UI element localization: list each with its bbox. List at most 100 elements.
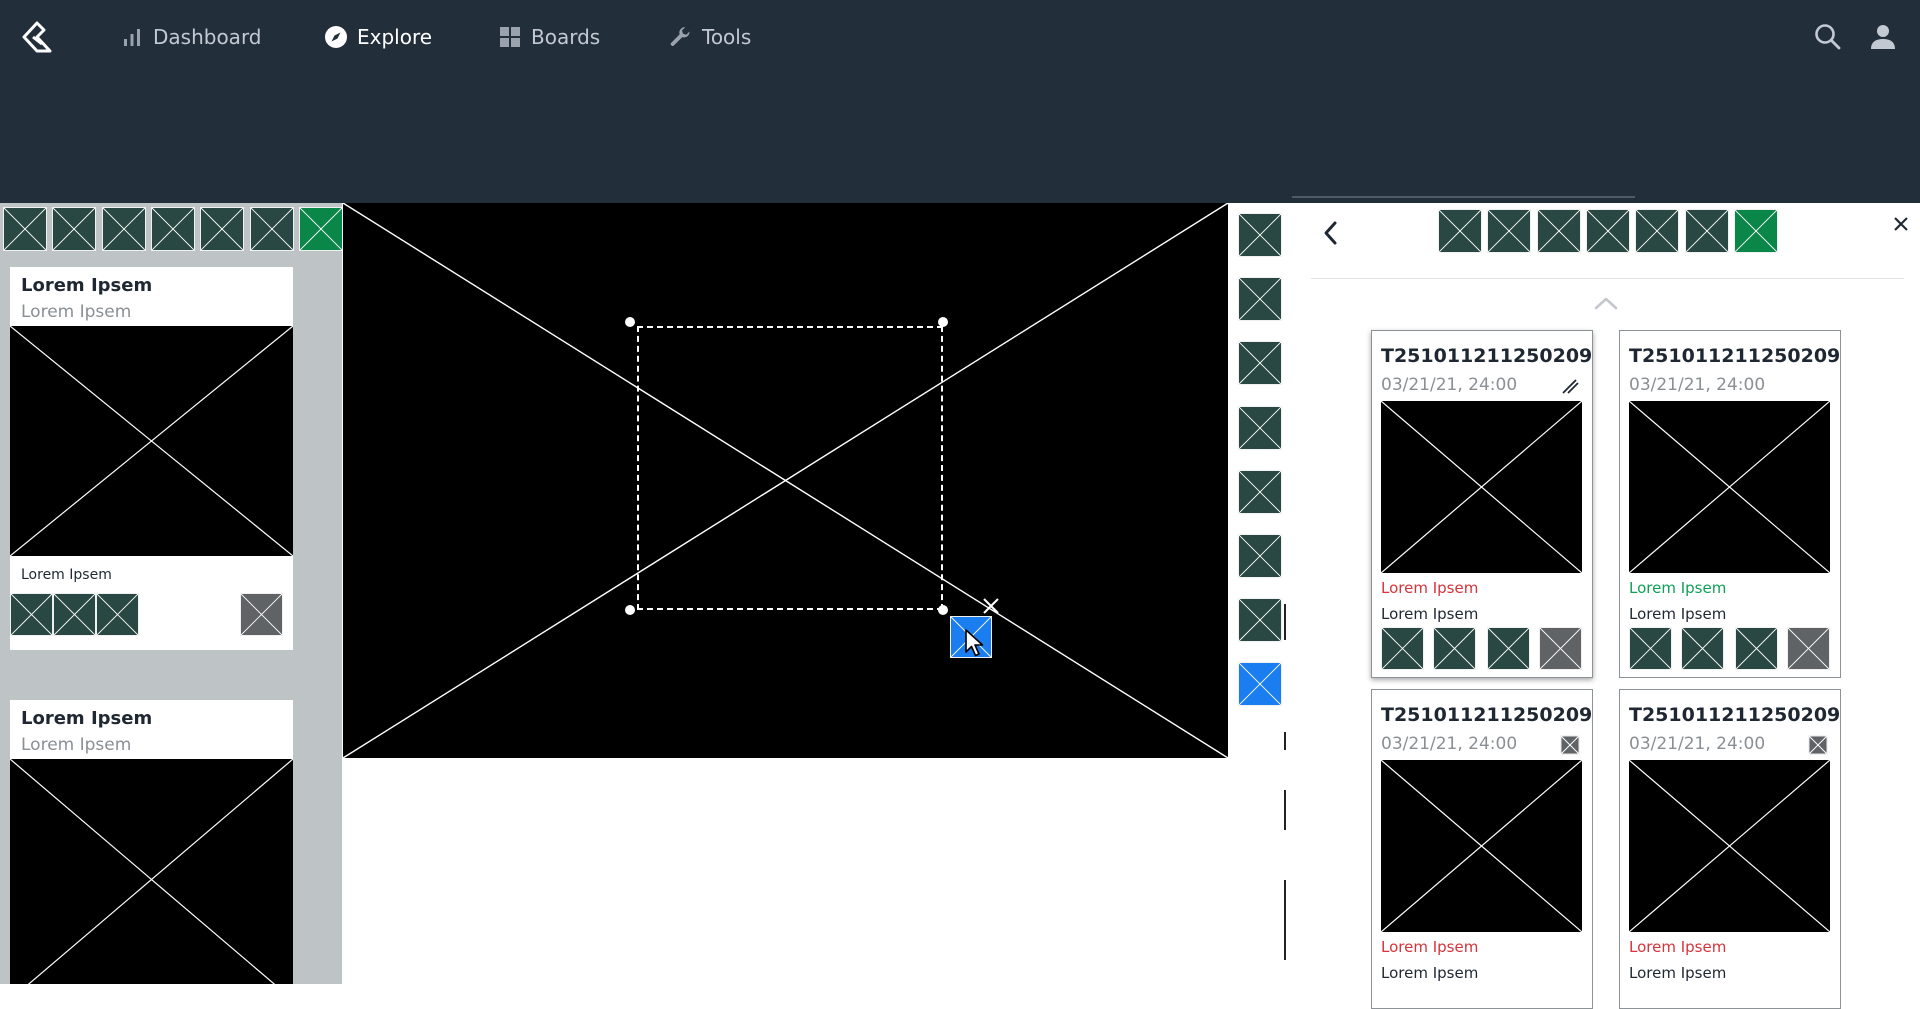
selection-handle-top-right[interactable] (938, 317, 948, 327)
result-card[interactable]: T251011211250209 03/21/21, 24:00 Lorem Ips… (1619, 330, 1841, 678)
nav-tools[interactable]: Tools (669, 22, 751, 52)
thumbnail-tile[interactable] (1487, 209, 1532, 253)
thumbnail-tile[interactable] (1238, 213, 1282, 257)
nav-boards[interactable]: Boards (498, 22, 600, 52)
thumbnail-tile[interactable] (1635, 209, 1680, 253)
result-card-image-placeholder (1629, 760, 1830, 932)
item-card-caption: Lorem Ipsem (21, 567, 112, 583)
thumbnail-tile[interactable] (200, 207, 245, 251)
column-edge-mark (1284, 880, 1286, 960)
close-icon[interactable] (1891, 214, 1911, 234)
nav-tools-label: Tools (702, 25, 752, 49)
bar-chart-icon (124, 29, 140, 46)
image-icon[interactable] (1808, 735, 1828, 755)
column-edge-mark (1284, 732, 1286, 750)
nav-explore-label: Explore (357, 25, 433, 49)
thumbnail-tile[interactable] (1735, 627, 1778, 670)
thumbnail-tile[interactable] (1787, 627, 1830, 670)
item-card-image-placeholder (10, 759, 293, 984)
result-card-date: 03/21/21, 24:00 (1629, 375, 1766, 395)
item-card[interactable]: Lorem Ipsem Lorem Ipsem Lorem Ipsem (10, 267, 293, 650)
result-card-id: T251011211250209 (1381, 704, 1593, 726)
selection-rectangle[interactable] (637, 326, 943, 610)
result-card-id: T251011211250209 (1629, 345, 1841, 367)
thumbnail-tile[interactable] (10, 593, 53, 636)
thumbnail-tile[interactable] (249, 207, 294, 251)
thumbnail-tile[interactable] (150, 207, 195, 251)
wrench-icon (670, 27, 690, 46)
result-card-id: T251011211250209 (1381, 345, 1593, 367)
result-card[interactable]: T251011211250209 03/21/21, 24:00 Lorem Ips… (1619, 689, 1841, 1009)
thumbnail-tile[interactable] (96, 593, 139, 636)
nav-boards-label: Boards (531, 25, 601, 49)
selection-handle-bottom-left[interactable] (625, 605, 635, 615)
compass-icon (325, 26, 347, 48)
result-card-status: Lorem Ipsem (1381, 579, 1479, 597)
top-navigation-bar: Dashboard Explore Boards Tools (0, 0, 1920, 203)
image-icon[interactable] (1560, 735, 1580, 755)
thumbnail-tile[interactable] (1238, 341, 1282, 386)
thumbnail-tile[interactable] (1438, 209, 1482, 253)
item-card-subtitle: Lorem Ipsem (21, 735, 132, 755)
thumbnail-tile[interactable] (3, 207, 47, 251)
result-card-image-placeholder (1629, 401, 1830, 573)
item-card-image-placeholder (10, 326, 293, 556)
thumbnail-tile[interactable] (1681, 627, 1724, 670)
thumbnail-tile[interactable] (1381, 627, 1424, 670)
remove-selection-icon[interactable] (981, 596, 1001, 616)
thumbnail-tile[interactable] (1238, 469, 1282, 514)
search-icon[interactable] (1813, 22, 1843, 52)
item-card[interactable]: Lorem Ipsem Lorem Ipsem (10, 700, 293, 984)
result-card-id: T251011211250209 (1629, 704, 1841, 726)
result-card-label: Lorem Ipsem (1629, 605, 1727, 623)
mouse-cursor-icon (965, 629, 984, 657)
thumbnail-tile[interactable] (1433, 627, 1476, 670)
thumbnail-tile[interactable] (1684, 209, 1729, 253)
result-card-label: Lorem Ipsem (1629, 964, 1727, 982)
result-card-date: 03/21/21, 24:00 (1381, 734, 1518, 754)
result-card-status: Lorem Ipsem (1381, 938, 1479, 956)
app-logo-icon[interactable] (20, 20, 54, 54)
column-edge-mark (1284, 790, 1286, 830)
result-card-status: Lorem Ipsem (1629, 938, 1727, 956)
user-icon[interactable] (1868, 22, 1898, 52)
result-card-label: Lorem Ipsem (1381, 964, 1479, 982)
gallery-divider (1311, 278, 1904, 279)
thumbnail-tile[interactable] (1585, 209, 1630, 253)
chevron-left-icon[interactable] (1320, 220, 1342, 246)
thumbnail-tile[interactable] (1539, 627, 1582, 670)
item-card-title: Lorem Ipsem (21, 708, 153, 729)
edit-icon[interactable] (1560, 376, 1580, 396)
thumbnail-tile[interactable] (1487, 627, 1530, 670)
thumbnail-tile[interactable] (240, 593, 283, 636)
thumbnail-tile[interactable] (298, 207, 342, 251)
thumbnail-tile[interactable] (1238, 277, 1282, 322)
item-card-subtitle: Lorem Ipsem (21, 302, 132, 322)
thumbnail-tile[interactable] (52, 207, 97, 251)
selection-handle-top-left[interactable] (625, 317, 635, 327)
thumbnail-tile[interactable] (1238, 598, 1282, 643)
nav-explore[interactable]: Explore (324, 22, 432, 52)
result-card-status: Lorem Ipsem (1629, 579, 1727, 597)
chevron-up-icon[interactable] (1593, 295, 1619, 311)
thumbnail-tile[interactable] (53, 593, 96, 636)
selection-handle-bottom-right[interactable] (938, 605, 948, 615)
result-card-label: Lorem Ipsem (1381, 605, 1479, 623)
result-card-image-placeholder (1381, 401, 1582, 573)
result-card-date: 03/21/21, 24:00 (1381, 375, 1518, 395)
nav-dashboard-label: Dashboard (153, 25, 262, 49)
result-card-image-placeholder (1381, 760, 1582, 932)
thumbnail-tile[interactable] (1733, 209, 1778, 253)
thumbnail-tile[interactable] (101, 207, 146, 251)
result-card[interactable]: T251011211250209 03/21/21, 24:00 Lorem Ips… (1371, 689, 1593, 1009)
thumbnail-tile[interactable] (1238, 534, 1282, 578)
grid-icon (500, 27, 520, 47)
nav-dashboard[interactable]: Dashboard (120, 22, 262, 52)
result-card-date: 03/21/21, 24:00 (1629, 734, 1766, 754)
thumbnail-tile[interactable] (1629, 627, 1672, 670)
result-card[interactable]: T251011211250209 03/21/21, 24:00 Lorem Ips… (1371, 330, 1593, 678)
left-item-panel: Lorem Ipsem Lorem Ipsem Lorem Ipsem Lore… (0, 203, 342, 984)
thumbnail-tile[interactable] (1536, 209, 1581, 253)
thumbnail-tile[interactable] (1238, 405, 1282, 450)
thumbnail-tile[interactable] (1238, 662, 1282, 706)
